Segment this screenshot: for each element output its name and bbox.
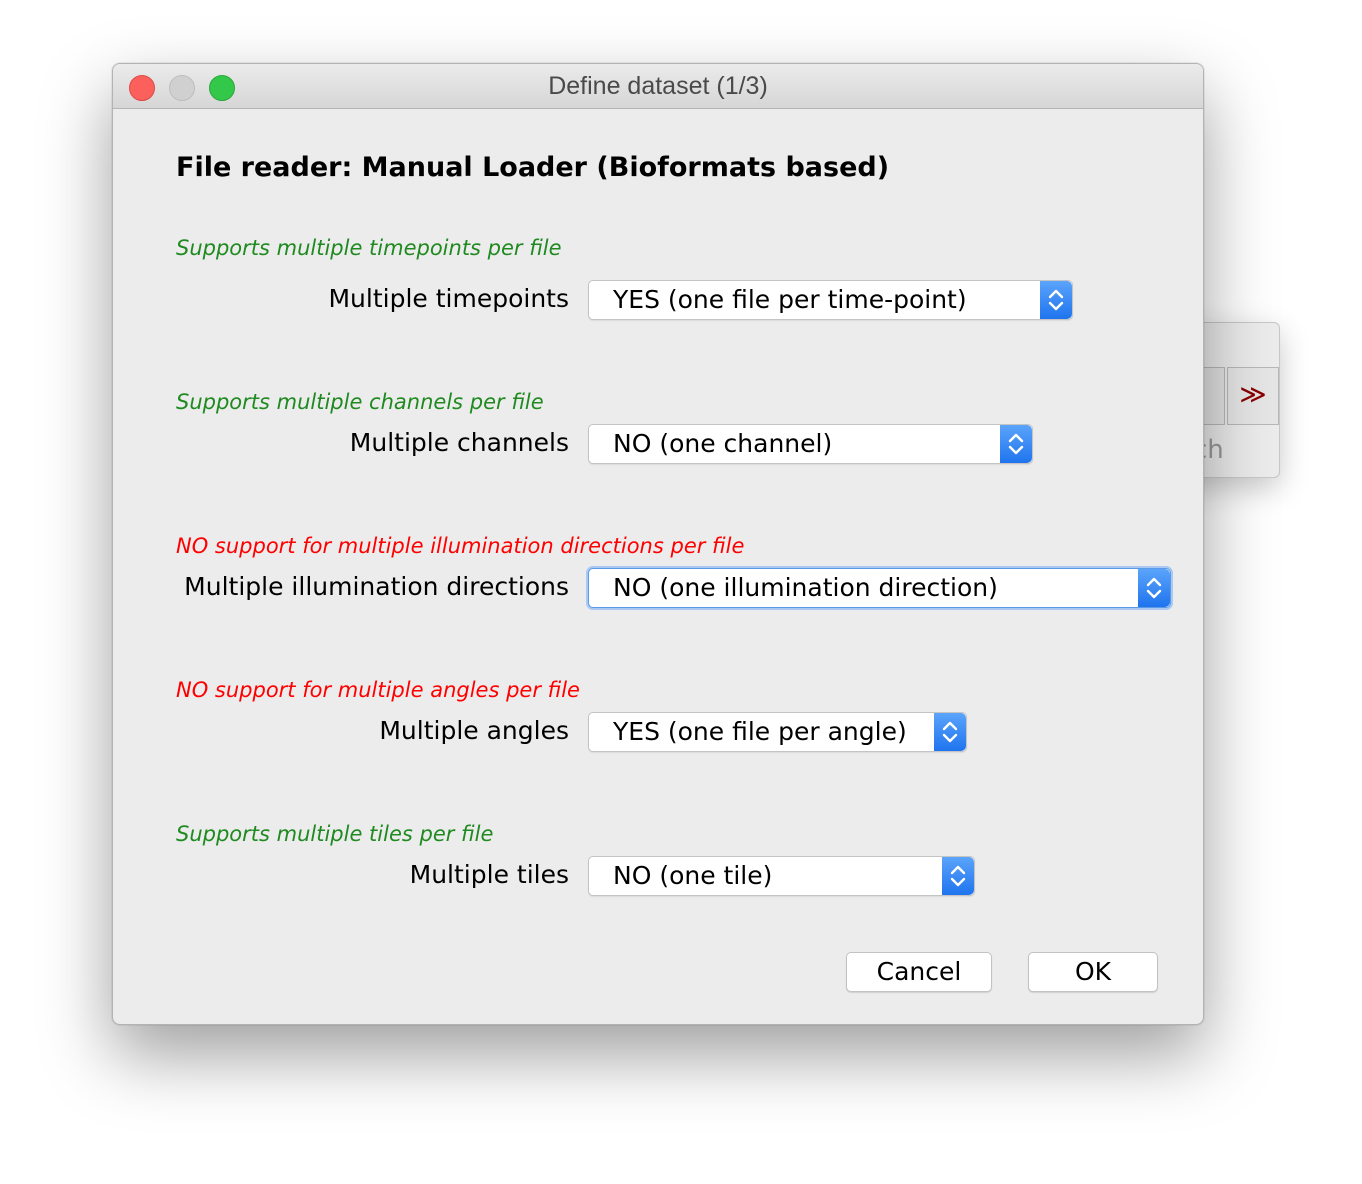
chevron-up-down-icon[interactable] [942,857,974,895]
angles-select[interactable]: YES (one file per angle) [588,712,967,752]
title-bar[interactable]: Define dataset (1/3) [113,64,1203,109]
timepoints-select[interactable]: YES (one file per time-point) [588,280,1073,320]
chevron-up-down-icon[interactable] [1138,569,1170,607]
angles-selected-value: YES (one file per angle) [613,717,907,746]
illumination-select[interactable]: NO (one illumination direction) [588,568,1171,608]
timepoints-hint: Supports multiple timepoints per file [176,236,562,260]
file-reader-heading: File reader: Manual Loader (Bioformats b… [176,152,890,183]
channels-hint: Supports multiple channels per file [176,390,544,414]
tiles-hint: Supports multiple tiles per file [176,822,494,846]
chevron-up-down-icon[interactable] [1040,281,1072,319]
background-forward-button[interactable]: ≫ [1227,367,1279,425]
timepoints-selected-value: YES (one file per time-point) [613,285,967,314]
timepoints-label: Multiple timepoints [328,284,569,313]
channels-selected-value: NO (one channel) [613,429,833,458]
angles-label: Multiple angles [379,716,569,745]
chevron-up-down-icon[interactable] [1000,425,1032,463]
tiles-selected-value: NO (one tile) [613,861,773,890]
tiles-label: Multiple tiles [409,860,569,889]
tiles-select[interactable]: NO (one tile) [588,856,975,896]
chevron-up-down-icon[interactable] [934,713,966,751]
define-dataset-dialog: Define dataset (1/3) File reader: Manual… [112,63,1204,1025]
window-title: Define dataset (1/3) [548,72,768,100]
channels-select[interactable]: NO (one channel) [588,424,1033,464]
ok-button[interactable]: OK [1028,952,1158,992]
cancel-button[interactable]: Cancel [846,952,992,992]
illumination-hint: NO support for multiple illumination dir… [176,534,745,558]
channels-label: Multiple channels [349,428,569,457]
illumination-label: Multiple illumination directions [184,572,569,601]
illumination-selected-value: NO (one illumination direction) [613,573,998,602]
angles-hint: NO support for multiple angles per file [176,678,580,702]
